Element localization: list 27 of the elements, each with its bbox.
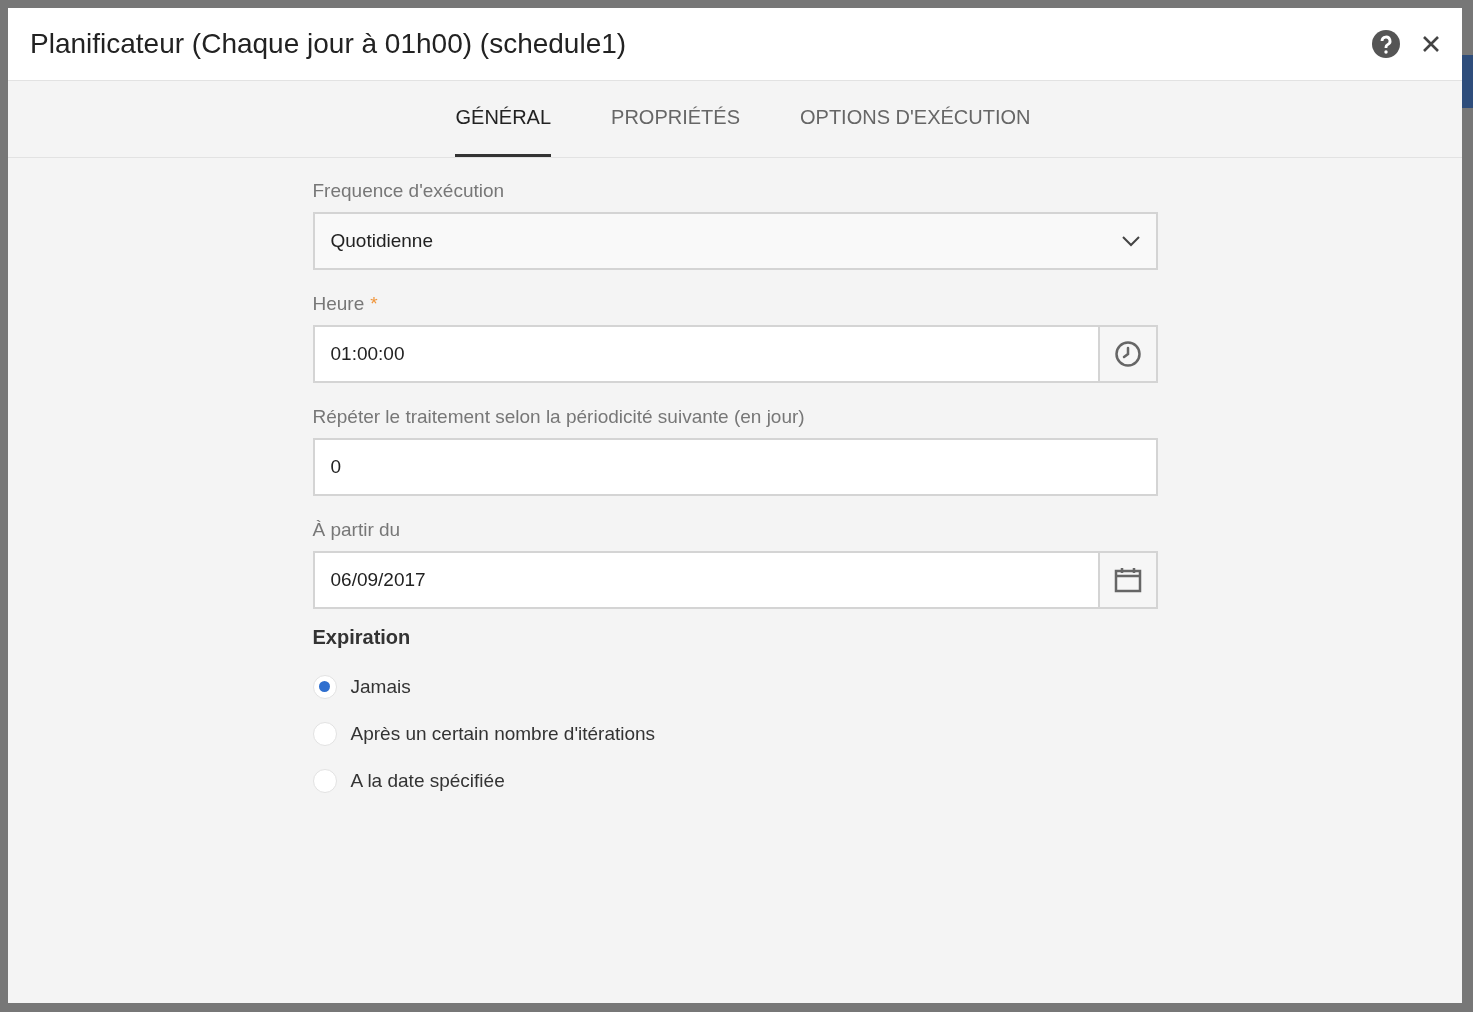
section-title: Expiration bbox=[312, 626, 412, 649]
radio-button[interactable] bbox=[312, 721, 337, 746]
radio-button[interactable] bbox=[312, 674, 337, 699]
required-mark: * bbox=[370, 293, 378, 314]
radio-label[interactable]: Après un certain nombre d'itérations bbox=[350, 722, 656, 745]
input-field[interactable]: 01:00:00 bbox=[312, 325, 1158, 383]
help-button[interactable] bbox=[1372, 30, 1400, 58]
calendar-icon bbox=[1113, 567, 1142, 593]
close-button[interactable] bbox=[1422, 35, 1440, 53]
clock-icon bbox=[1113, 340, 1142, 368]
input-field[interactable]: 06/09/2017 bbox=[312, 551, 1158, 609]
field-label: À partir du bbox=[312, 519, 402, 541]
radio-button[interactable] bbox=[312, 768, 337, 793]
tab[interactable]: GÉNÉRAL bbox=[455, 81, 552, 157]
radio-label[interactable]: Jamais bbox=[350, 675, 411, 698]
date-picker-button[interactable] bbox=[1097, 553, 1156, 607]
time-picker-button[interactable] bbox=[1097, 327, 1156, 381]
radio-label[interactable]: A la date spécifiée bbox=[350, 769, 505, 792]
input-field[interactable]: 0 bbox=[312, 438, 1158, 496]
chevron-down-icon bbox=[1121, 235, 1140, 247]
tab[interactable]: OPTIONS D'EXÉCUTION bbox=[800, 81, 1031, 157]
field-label: Frequence d'exécution bbox=[312, 180, 506, 202]
field-label: Heure * bbox=[312, 293, 379, 315]
tab[interactable]: PROPRIÉTÉS bbox=[611, 81, 740, 157]
dialog-title: Planificateur (Chaque jour à 01h00) (schedule1) bbox=[30, 28, 628, 60]
select-field[interactable]: Quotidienne bbox=[312, 212, 1158, 270]
field-label: Répéter le traitement selon la périodicité suivante (en jour) bbox=[312, 406, 806, 428]
